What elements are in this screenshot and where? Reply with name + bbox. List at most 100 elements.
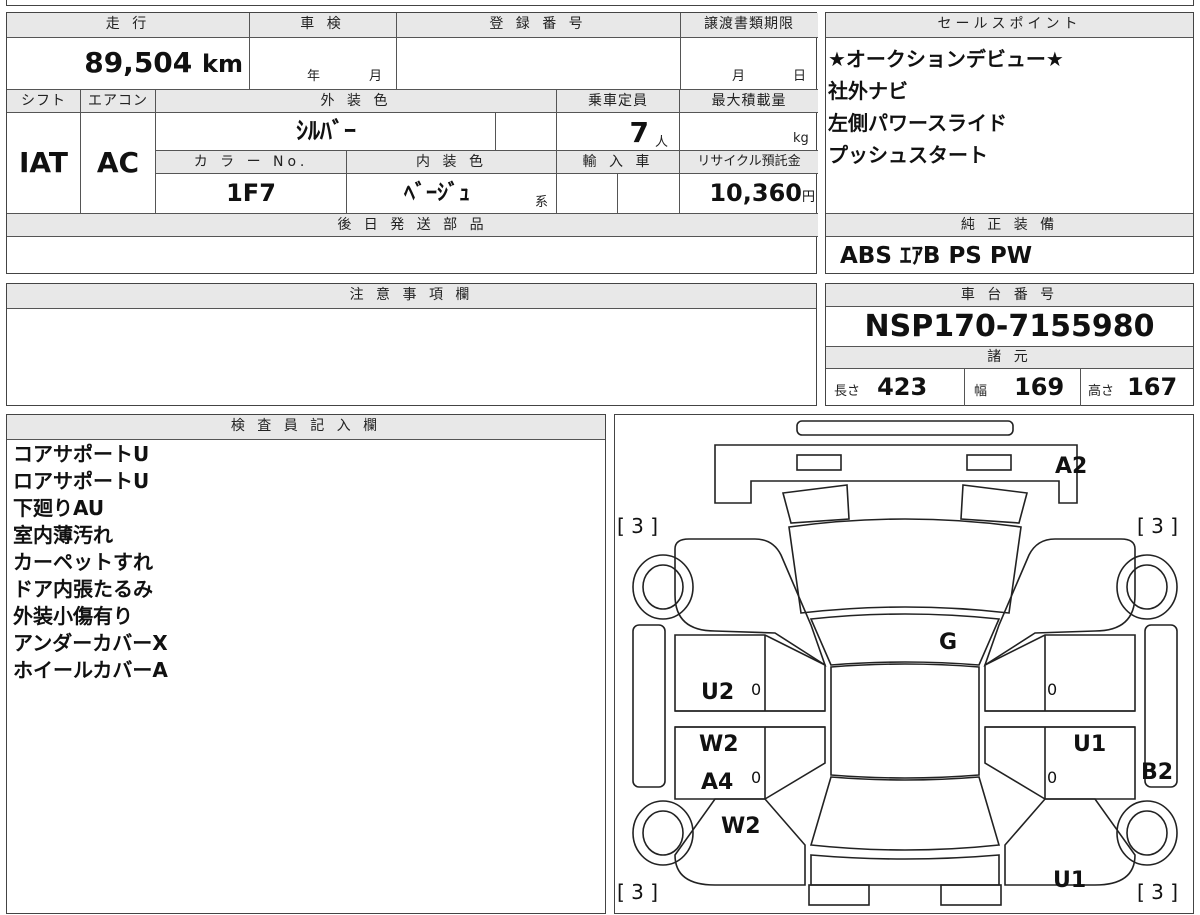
inspector-lines: コアサポートU ロアサポートU 下廻りAU 室内薄汚れ カーペットすれ ドア内張…: [13, 441, 593, 684]
rear-gate: [810, 854, 1000, 886]
sales-points-header: セールスポイント: [826, 13, 1193, 37]
roof: [830, 663, 980, 779]
mark-w2-door: W2: [699, 732, 739, 757]
color-no-header: カ ラ ー No.: [156, 151, 346, 173]
front-wheel-left-inner: [642, 564, 684, 610]
length-cell: 長さ 423: [834, 369, 964, 405]
sales-points-list: ★オークションデビュー★ 社外ナビ 左側パワースライド プッシュスタート: [828, 43, 1188, 171]
rear-wheel-right-inner: [1126, 810, 1168, 856]
transfer-month: 月: [732, 69, 746, 84]
interior-suffix: 系: [535, 195, 549, 210]
tire-mark-rear-right: [ 3 ]: [1137, 880, 1178, 904]
mark-w2-rear: W2: [721, 814, 761, 839]
interior-header: 内 装 色: [347, 151, 556, 173]
inspection-month: 月: [369, 69, 383, 84]
mark-g: G: [939, 630, 957, 655]
chassis-header: 車 台 番 号: [826, 284, 1193, 306]
color-no-value: 1F7: [226, 179, 276, 207]
front-bumper: [714, 444, 1078, 504]
recycle-value: 10,360円: [709, 179, 815, 207]
mileage-unit: km: [202, 50, 243, 78]
sales-point: 社外ナビ: [828, 79, 908, 103]
car-diagram-panel: A2 G U2 W2 A4 W2 U1 B2 U1 [ 3 ] [ 3 ] [ …: [614, 414, 1194, 914]
ac-value: AC: [96, 146, 140, 179]
inspector-line: コアサポートU: [13, 442, 150, 466]
rear-plate-right: [940, 884, 1002, 906]
shift-value: IAT: [18, 146, 68, 179]
capacity-unit: 人: [655, 135, 669, 150]
capacity-header: 乗車定員: [557, 90, 679, 112]
rear-wheel-left-inner: [642, 810, 684, 856]
windshield: [809, 613, 1001, 666]
headlight-right: [960, 484, 1029, 524]
inspector-line: ホイールカバーA: [13, 658, 168, 682]
sales-point: プッシュスタート: [828, 143, 988, 167]
chassis-panel: 車 台 番 号 NSP170-7155980 諸 元 長さ 423 幅 169 …: [825, 283, 1194, 406]
notes-panel: 注 意 事 項 欄: [6, 283, 817, 406]
zero-mark: 0: [1047, 680, 1057, 699]
inspector-line: 室内薄汚れ: [13, 523, 113, 547]
sales-point: 左側パワースライド: [828, 111, 1007, 135]
transfer-day: 日: [793, 69, 807, 84]
load-header: 最大積載量: [680, 90, 818, 112]
sales-points-panel: セールスポイント ★オークションデビュー★ 社外ナビ 左側パワースライド プッシ…: [825, 12, 1194, 274]
mark-a2: A2: [1055, 454, 1087, 479]
inspector-line: カーペットすれ: [13, 550, 153, 574]
tire-mark-front-left: [ 3 ]: [617, 514, 658, 538]
ac-header: エアコン: [81, 90, 155, 112]
top-cutoff-row: [6, 0, 1194, 6]
chassis-number: NSP170-7155980: [864, 309, 1155, 344]
import-header: 輸 入 車: [557, 151, 679, 173]
inspection-year: 年: [307, 69, 321, 84]
rear-window: [809, 776, 1001, 851]
front-bumper-strip: [796, 420, 1014, 436]
car-diagram: A2 G U2 W2 A4 W2 U1 B2 U1 [ 3 ] [ 3 ] [ …: [617, 420, 1178, 906]
front-lamp-right: [966, 454, 1012, 471]
mileage-value: 89,504 km: [84, 46, 243, 79]
sill-left: [632, 624, 666, 788]
equipment-value: ABS ｴｱB PS PW: [840, 243, 1033, 269]
length-value: 423: [877, 373, 928, 401]
inspector-line: ロアサポートU: [13, 469, 150, 493]
height-value: 167: [1127, 373, 1178, 401]
sales-point: ★オークションデビュー★: [828, 47, 1064, 71]
registration-header: 登 録 番 号: [396, 13, 680, 37]
left-front-door: [674, 634, 826, 712]
width-label: 幅: [974, 384, 988, 399]
mark-u1-rear: U1: [1053, 868, 1086, 893]
mark-u2: U2: [701, 680, 734, 705]
inspector-line: ドア内張たるみ: [13, 577, 153, 601]
length-label: 長さ: [834, 384, 861, 399]
exterior-header: 外 装 色: [156, 90, 556, 112]
front-fender-right: [983, 538, 1136, 667]
dimensions-header: 諸 元: [826, 347, 1193, 368]
front-fender-left: [674, 538, 827, 667]
height-label: 高さ: [1088, 384, 1115, 399]
width-cell: 幅 169: [974, 369, 1079, 405]
front-lamp-left: [796, 454, 842, 471]
mileage-header: 走 行: [7, 13, 249, 37]
interior-value: ﾍﾞｰｼﾞｭ: [403, 181, 470, 206]
later-parts-header: 後 日 発 送 部 品: [7, 214, 818, 236]
tire-mark-front-right: [ 3 ]: [1137, 514, 1178, 538]
front-wheel-right-inner: [1126, 564, 1168, 610]
recycle-header: リサイクル預託金: [680, 151, 818, 173]
inspector-line: 下廻りAU: [13, 496, 105, 520]
shift-header: シフト: [7, 90, 80, 112]
mark-a4: A4: [701, 770, 733, 795]
transfer-header: 譲渡書類期限: [680, 13, 818, 37]
right-front-door: [984, 634, 1136, 712]
inspector-line: 外装小傷有り: [13, 604, 133, 628]
rear-plate: [808, 884, 870, 906]
mark-u1-right: U1: [1073, 732, 1106, 757]
exterior-value: ｼﾙﾊﾞｰ: [296, 117, 356, 145]
inspection-header: 車 検: [249, 13, 396, 37]
inspector-panel: 検 査 員 記 入 欄 コアサポートU ロアサポートU 下廻りAU 室内薄汚れ …: [6, 414, 606, 914]
capacity-value: 7: [629, 116, 649, 149]
inspector-header: 検 査 員 記 入 欄: [7, 415, 605, 439]
mark-b2: B2: [1141, 760, 1173, 785]
zero-mark: 0: [751, 768, 761, 787]
notes-header: 注 意 事 項 欄: [7, 284, 816, 308]
width-value: 169: [1014, 373, 1065, 401]
load-unit: kg: [793, 131, 809, 146]
